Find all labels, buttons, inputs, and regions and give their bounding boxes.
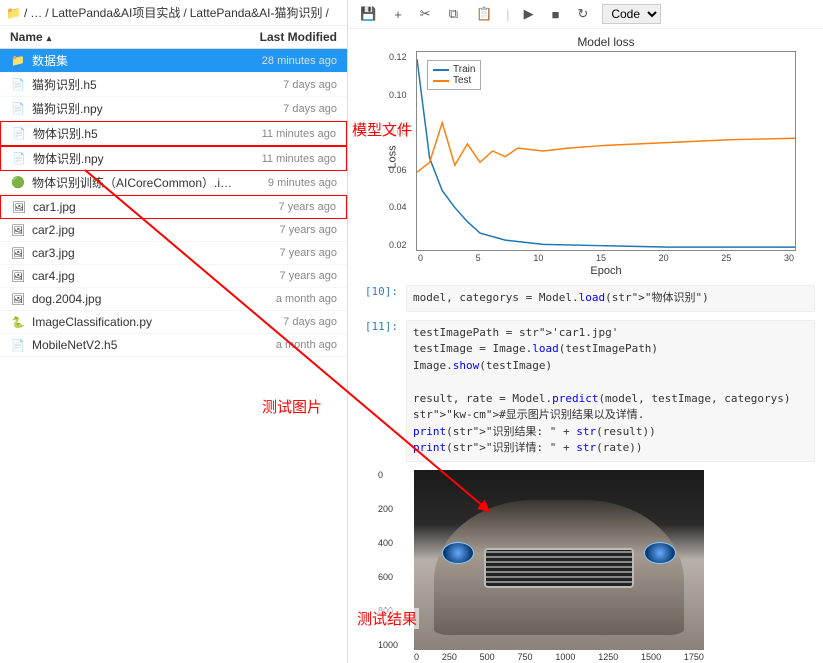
- file-name: 物体识别训练（AICoreCommon）.ipynb: [32, 174, 237, 191]
- file-row[interactable]: 🖼 car1.jpg7 years ago: [0, 195, 347, 219]
- file-row[interactable]: 📄 猫狗识别.h57 days ago: [0, 73, 347, 97]
- notebook-toolbar: 💾 + ✂ ⧉ 📋 | ▶ ■ ↻ Code: [348, 0, 823, 29]
- file-row[interactable]: 🖼 car3.jpg7 years ago: [0, 242, 347, 265]
- cell-code[interactable]: testImagePath = str">'car1.jpg' testImag…: [406, 320, 815, 462]
- file-row[interactable]: 📁 数据集28 minutes ago: [0, 49, 347, 73]
- file-name: MobileNetV2.h5: [32, 338, 237, 352]
- file-name: 物体识别.h5: [33, 125, 236, 142]
- file-modified: 28 minutes ago: [237, 55, 337, 67]
- notebook-panel: 💾 + ✂ ⧉ 📋 | ▶ ■ ↻ Code Model loss Loss 0…: [348, 0, 823, 663]
- cell-type-select[interactable]: Code: [602, 4, 661, 24]
- file-icon: 📄: [10, 101, 26, 117]
- file-name: dog.2004.jpg: [32, 292, 237, 306]
- chart-yticks: 0.120.100.080.060.040.02: [389, 52, 407, 250]
- cell-prompt: [10]:: [356, 285, 406, 312]
- annotation-model-files: 模型文件: [350, 119, 414, 140]
- file-name: 物体识别.npy: [33, 150, 236, 167]
- code-cell-10[interactable]: [10]: model, categorys = Model.load(str"…: [356, 285, 815, 312]
- file-row[interactable]: 📄 物体识别.h511 minutes ago: [0, 121, 347, 146]
- file-modified: 7 days ago: [237, 316, 337, 328]
- file-row[interactable]: 🖼 car2.jpg7 years ago: [0, 219, 347, 242]
- img-icon: 🖼: [10, 268, 26, 284]
- folder-icon: 📁: [6, 6, 21, 20]
- file-modified: 7 days ago: [237, 79, 337, 91]
- copy-button[interactable]: ⧉: [445, 4, 462, 24]
- file-modified: a month ago: [237, 339, 337, 351]
- add-cell-button[interactable]: +: [390, 5, 406, 24]
- file-icon: 📄: [10, 77, 26, 93]
- file-modified: 7 years ago: [236, 201, 336, 213]
- file-name: 猫狗识别.npy: [32, 100, 237, 117]
- code-cell-11[interactable]: [11]: testImagePath = str">'car1.jpg' te…: [356, 320, 815, 462]
- file-modified: 11 minutes ago: [236, 153, 336, 165]
- file-name: car1.jpg: [33, 200, 236, 214]
- file-modified: 7 years ago: [237, 224, 337, 236]
- col-modified[interactable]: Last Modified: [237, 30, 337, 44]
- cell-code[interactable]: model, categorys = Model.load(str">"物体识别…: [406, 285, 815, 312]
- file-name: car2.jpg: [32, 223, 237, 237]
- img-icon: 🖼: [10, 222, 26, 238]
- file-modified: a month ago: [237, 293, 337, 305]
- file-name: car4.jpg: [32, 269, 237, 283]
- file-row[interactable]: 📄 MobileNetV2.h5a month ago: [0, 334, 347, 357]
- chart-frame: Loss 0.120.100.080.060.040.02 Train Test: [416, 51, 796, 251]
- file-list: 📁数据集28 minutes ago📄猫狗识别.h57 days ago📄猫狗识…: [0, 49, 347, 663]
- file-icon: 📄: [11, 151, 27, 167]
- file-row[interactable]: 🖼 dog.2004.jpga month ago: [0, 288, 347, 311]
- file-name: 数据集: [32, 52, 237, 69]
- img-icon: 🖼: [11, 199, 27, 215]
- file-row[interactable]: 🖼 car4.jpg7 years ago: [0, 265, 347, 288]
- file-row[interactable]: 📄 猫狗识别.npy7 days ago: [0, 97, 347, 121]
- restart-button[interactable]: ↻: [573, 4, 592, 24]
- loss-chart: Model loss Loss 0.120.100.080.060.040.02…: [416, 35, 796, 277]
- file-name: 猫狗识别.h5: [32, 76, 237, 93]
- image-output: 02004006008001000 0250500750100012501500…: [406, 470, 736, 662]
- file-modified: 7 days ago: [237, 103, 337, 115]
- chart-legend: Train Test: [427, 60, 481, 90]
- annotation-test-result: 测试结果: [355, 608, 419, 629]
- file-icon: 📄: [11, 126, 27, 142]
- file-name: car3.jpg: [32, 246, 237, 260]
- folder-icon: 📁: [10, 53, 26, 69]
- file-name: ImageClassification.py: [32, 315, 237, 329]
- run-button[interactable]: ▶: [520, 4, 538, 24]
- cut-button[interactable]: ✂: [416, 4, 435, 24]
- breadcrumb[interactable]: 📁 / … / LattePanda&AI项目实战 / LattePanda&A…: [0, 0, 347, 26]
- file-row[interactable]: 🐍 ImageClassification.py7 days ago: [0, 311, 347, 334]
- img-icon: 🖼: [10, 291, 26, 307]
- file-list-header[interactable]: Name Last Modified: [0, 26, 347, 49]
- notebook-content: Model loss Loss 0.120.100.080.060.040.02…: [348, 29, 823, 663]
- file-modified: 7 years ago: [237, 247, 337, 259]
- image-xticks: 02505007501000125015001750: [414, 652, 704, 662]
- file-modified: 7 years ago: [237, 270, 337, 282]
- stop-button[interactable]: ■: [548, 5, 564, 24]
- file-row[interactable]: 🟢 物体识别训练（AICoreCommon）.ipynb9 minutes ago: [0, 171, 347, 195]
- chart-xticks: 051015202530: [416, 253, 796, 263]
- annotation-test-image: 测试图片: [260, 396, 324, 417]
- file-modified: 9 minutes ago: [237, 177, 337, 189]
- file-row[interactable]: 📄 物体识别.npy11 minutes ago: [0, 146, 347, 171]
- cell-prompt: [11]:: [356, 320, 406, 462]
- file-icon: 📄: [10, 337, 26, 353]
- car-image: [414, 470, 704, 650]
- chart-xlabel: Epoch: [416, 265, 796, 277]
- paste-button[interactable]: 📋: [472, 4, 496, 24]
- img-icon: 🖼: [10, 245, 26, 261]
- py-icon: 🐍: [10, 314, 26, 330]
- col-name[interactable]: Name: [10, 30, 237, 44]
- file-browser-panel: 📁 / … / LattePanda&AI项目实战 / LattePanda&A…: [0, 0, 348, 663]
- nb-icon: 🟢: [10, 175, 26, 191]
- file-modified: 11 minutes ago: [236, 128, 336, 140]
- save-button[interactable]: 💾: [356, 4, 380, 24]
- chart-title: Model loss: [416, 35, 796, 49]
